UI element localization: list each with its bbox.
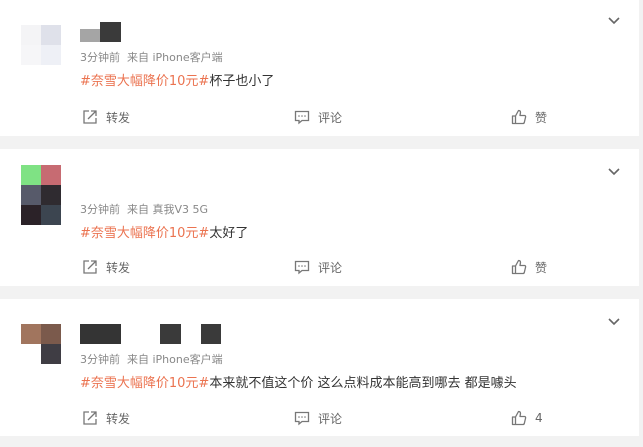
avatar-tile <box>21 205 41 225</box>
post-card: 3分钟前 来自 iPhone客户端 #奈雪大幅降价10元#杯子也小了 转发 评论 … <box>0 0 639 136</box>
avatar-tile <box>21 324 41 344</box>
comment-label: 评论 <box>318 411 343 426</box>
repost-label: 转发 <box>106 260 131 275</box>
avatar[interactable] <box>21 25 61 65</box>
like-button[interactable]: 赞 <box>511 258 547 276</box>
repost-icon <box>83 411 97 425</box>
post-source: 来自 真我V3 5G <box>127 203 209 216</box>
like-button[interactable]: 4 <box>511 409 543 427</box>
repost-button[interactable]: 转发 <box>82 108 130 126</box>
repost-label: 转发 <box>106 411 131 426</box>
redaction-block <box>80 29 100 42</box>
avatar-tile <box>41 165 61 185</box>
action-bar: 转发 评论 4 <box>0 409 639 427</box>
topic-link[interactable]: #奈雪大幅降价10元# <box>80 226 209 241</box>
repost-label: 转发 <box>106 110 131 125</box>
avatar-tile <box>21 25 41 45</box>
repost-icon <box>83 260 97 274</box>
post-card: 3分钟前 来自 真我V3 5G #奈雪大幅降价10元#太好了 转发 评论 赞 <box>0 149 639 286</box>
avatar-tile <box>21 344 41 364</box>
like-label: 赞 <box>535 110 548 125</box>
thumbs-up-icon <box>511 410 527 426</box>
thumbs-up-icon <box>511 109 527 125</box>
chevron-down-icon[interactable] <box>607 14 621 28</box>
post-source: 来自 iPhone客户端 <box>127 353 223 366</box>
post-meta: 3分钟前 来自 iPhone客户端 <box>80 49 223 65</box>
comment-icon <box>294 411 310 426</box>
topic-link[interactable]: #奈雪大幅降价10元# <box>80 74 209 89</box>
redaction-block <box>160 324 181 344</box>
repost-button[interactable]: 转发 <box>82 409 130 427</box>
like-button[interactable]: 赞 <box>511 108 547 126</box>
like-count: 4 <box>535 411 543 425</box>
avatar-tile <box>41 324 61 344</box>
comment-icon <box>294 110 310 125</box>
avatar-tile <box>41 25 61 45</box>
post-body: 太好了 <box>209 226 249 241</box>
post-source: 来自 iPhone客户端 <box>127 51 223 64</box>
post-text: #奈雪大幅降价10元#本来就不值这个价 这么点料成本能高到哪去 都是噱头 <box>80 372 517 391</box>
repost-icon <box>83 110 97 124</box>
thumbs-up-icon <box>511 259 527 275</box>
post-time[interactable]: 3分钟前 <box>80 203 120 216</box>
comment-label: 评论 <box>318 260 343 275</box>
comment-button[interactable]: 评论 <box>294 108 342 126</box>
action-bar: 转发 评论 赞 <box>0 258 639 276</box>
like-label: 赞 <box>535 260 548 275</box>
comment-button[interactable]: 评论 <box>294 258 342 276</box>
repost-button[interactable]: 转发 <box>82 258 130 276</box>
redaction-block <box>201 324 221 344</box>
topic-link[interactable]: #奈雪大幅降价10元# <box>80 376 209 391</box>
avatar[interactable] <box>21 324 61 364</box>
post-card: 3分钟前 来自 iPhone客户端 #奈雪大幅降价10元#本来就不值这个价 这么点… <box>0 299 639 436</box>
avatar-tile <box>41 205 61 225</box>
avatar-tile <box>41 45 61 65</box>
post-text: #奈雪大幅降价10元#杯子也小了 <box>80 70 274 89</box>
redaction-block <box>100 22 121 42</box>
post-body: 杯子也小了 <box>209 74 275 89</box>
comment-label: 评论 <box>318 110 343 125</box>
post-body: 本来就不值这个价 这么点料成本能高到哪去 都是噱头 <box>209 376 517 391</box>
chevron-down-icon[interactable] <box>607 165 621 179</box>
chevron-down-icon[interactable] <box>607 315 621 329</box>
avatar-tile <box>21 185 41 205</box>
post-meta: 3分钟前 来自 真我V3 5G <box>80 201 208 217</box>
post-time[interactable]: 3分钟前 <box>80 353 120 366</box>
post-text: #奈雪大幅降价10元#太好了 <box>80 222 248 241</box>
avatar-tile <box>41 344 61 364</box>
avatar-tile <box>41 185 61 205</box>
avatar[interactable] <box>21 165 61 225</box>
comment-icon <box>294 260 310 275</box>
comment-button[interactable]: 评论 <box>294 409 342 427</box>
avatar-tile <box>21 165 41 185</box>
action-bar: 转发 评论 赞 <box>0 108 639 126</box>
post-meta: 3分钟前 来自 iPhone客户端 <box>80 351 223 367</box>
avatar-tile <box>21 45 41 65</box>
post-time[interactable]: 3分钟前 <box>80 51 120 64</box>
redaction-block <box>80 324 121 344</box>
